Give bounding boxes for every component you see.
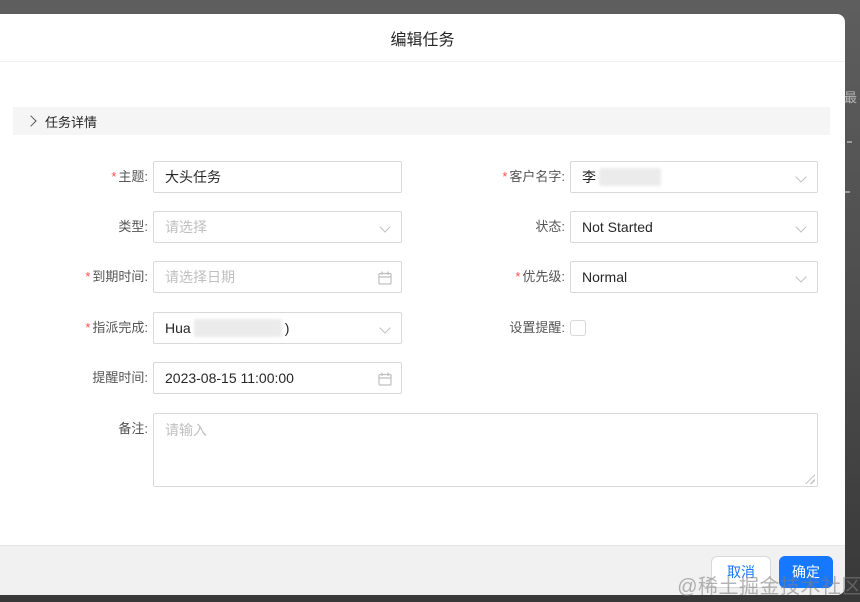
chevron-down-icon xyxy=(795,271,807,283)
chevron-down-icon xyxy=(795,221,807,233)
notes-label: 备注: xyxy=(118,421,148,436)
priority-select[interactable]: Normal xyxy=(570,261,818,293)
due-date-picker[interactable] xyxy=(153,261,402,293)
field-status: 状态: Not Started xyxy=(420,211,818,243)
set-reminder-label: 设置提醒: xyxy=(509,320,565,335)
required-marker: * xyxy=(111,169,117,184)
field-reminder-time: 提醒时间: xyxy=(0,362,402,394)
type-placeholder: 请选择 xyxy=(165,219,207,235)
chevron-down-icon xyxy=(379,221,391,233)
chevron-down-icon xyxy=(379,322,391,334)
subject-label: * 主题: xyxy=(111,169,148,184)
field-type: 类型: 请选择 xyxy=(0,211,402,243)
reminder-time-label: 提醒时间: xyxy=(92,370,148,385)
required-marker: * xyxy=(85,269,91,284)
calendar-icon xyxy=(378,271,392,285)
due-date-input[interactable] xyxy=(165,262,390,292)
section-task-details[interactable]: 任务详情 xyxy=(13,107,830,135)
notes-textarea-wrap xyxy=(153,413,818,487)
status-value: Not Started xyxy=(582,219,653,235)
status-select[interactable]: Not Started xyxy=(570,211,818,243)
background-partial-text: 最 xyxy=(844,90,858,105)
priority-label: * 优先级: xyxy=(515,269,565,284)
background-dash xyxy=(847,141,852,143)
notes-textarea[interactable] xyxy=(154,414,817,486)
redacted-text xyxy=(599,168,661,186)
field-due-date: * 到期时间: xyxy=(0,261,402,293)
subject-input[interactable] xyxy=(165,162,390,192)
section-title: 任务详情 xyxy=(45,114,98,130)
required-marker: * xyxy=(85,320,91,335)
modal-footer: 取消 确定 xyxy=(0,545,845,595)
set-reminder-checkbox[interactable] xyxy=(570,320,586,336)
subject-input-wrap xyxy=(153,161,402,193)
required-marker: * xyxy=(515,269,521,284)
type-select[interactable]: 请选择 xyxy=(153,211,402,243)
reminder-time-picker[interactable] xyxy=(153,362,402,394)
field-priority: * 优先级: Normal xyxy=(420,261,818,293)
field-assignee: * 指派完成: Hua ) xyxy=(0,312,402,344)
reminder-time-input[interactable] xyxy=(165,363,390,393)
assignee-value-start: Hua xyxy=(165,320,191,336)
cancel-button[interactable]: 取消 xyxy=(711,556,771,588)
assignee-label: * 指派完成: xyxy=(85,320,148,335)
field-notes: 备注: xyxy=(0,413,818,487)
background-dash xyxy=(845,191,850,193)
field-customer-name: * 客户名字: 李 xyxy=(420,161,818,193)
redacted-text xyxy=(193,319,282,337)
priority-value: Normal xyxy=(582,269,628,285)
status-label: 状态: xyxy=(535,219,565,234)
required-marker: * xyxy=(502,169,508,184)
assignee-select[interactable]: Hua ) xyxy=(153,312,402,344)
customer-name-select[interactable]: 李 xyxy=(570,161,818,193)
type-label: 类型: xyxy=(118,219,148,234)
field-set-reminder: 设置提醒: xyxy=(420,312,586,344)
ok-button[interactable]: 确定 xyxy=(779,556,833,588)
chevron-down-icon xyxy=(795,171,807,183)
customer-name-label: * 客户名字: xyxy=(502,169,565,184)
calendar-icon xyxy=(378,372,392,386)
assignee-value-end: ) xyxy=(284,320,290,336)
modal-header: 编辑任务 xyxy=(0,14,845,62)
modal-title: 编辑任务 xyxy=(390,31,455,49)
due-date-label: * 到期时间: xyxy=(85,269,148,284)
chevron-right-icon xyxy=(25,115,37,127)
edit-task-modal: 编辑任务 任务详情 *主题: *客户名字: 李 类型: 请选择 状态: Not … xyxy=(0,14,845,595)
customer-name-value: 李 xyxy=(582,169,596,185)
field-subject: * 主题: xyxy=(0,161,402,193)
